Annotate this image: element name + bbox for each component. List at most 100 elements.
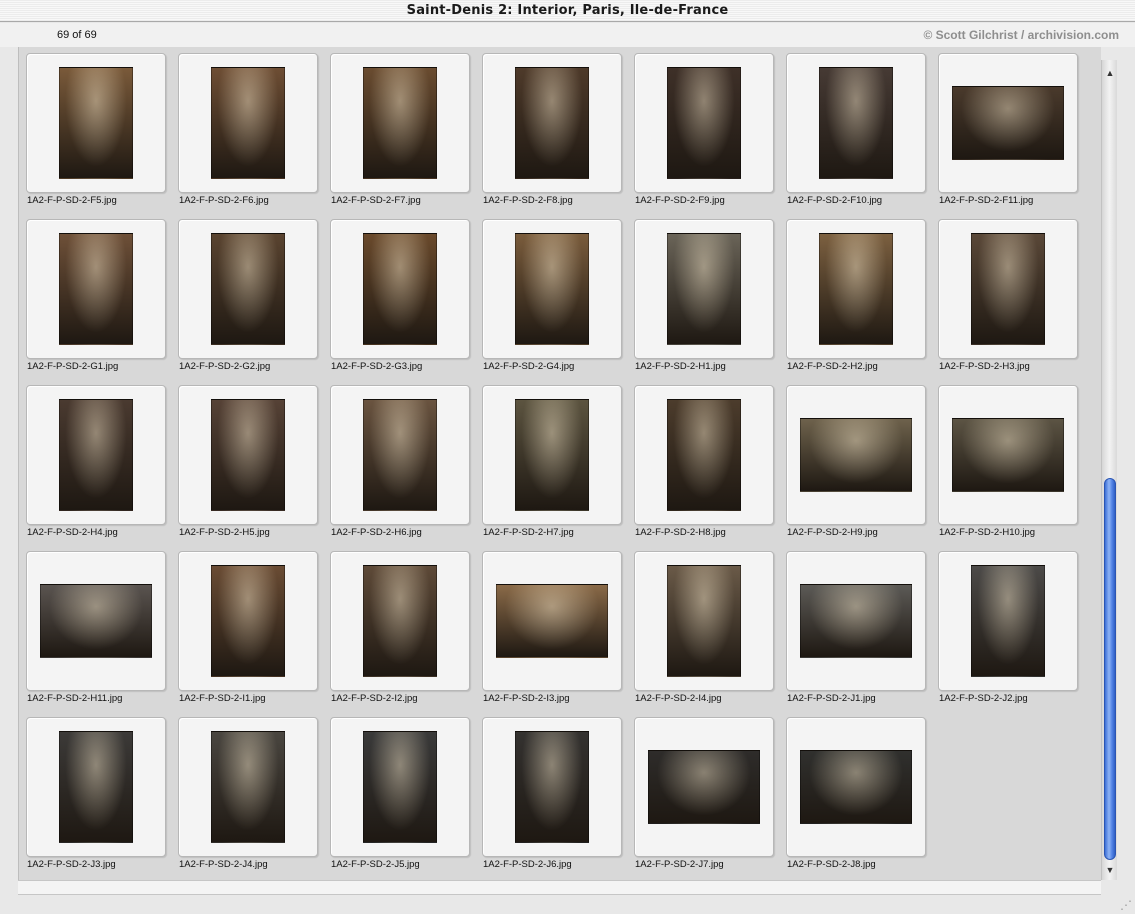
thumbnail-item[interactable]: 1A2-F-P-SD-2-J4.jpg [171,711,318,871]
thumbnail-item[interactable]: 1A2-F-P-SD-2-H6.jpg [323,379,470,539]
thumbnail-image[interactable] [667,399,741,511]
thumbnail-item[interactable]: 1A2-F-P-SD-2-J7.jpg [627,711,774,871]
thumbnail-item[interactable]: 1A2-F-P-SD-2-G1.jpg [19,213,166,373]
thumbnail-image[interactable] [40,584,152,658]
thumbnail-image[interactable] [515,399,589,511]
thumbnail-frame[interactable] [482,219,622,359]
thumbnail-item[interactable]: 1A2-F-P-SD-2-F6.jpg [171,47,318,207]
thumbnail-item[interactable]: 1A2-F-P-SD-2-J5.jpg [323,711,470,871]
thumbnail-frame[interactable] [330,219,470,359]
thumbnail-image[interactable] [800,750,912,824]
scroll-down-arrow-icon[interactable]: ▼ [1102,862,1118,878]
thumbnail-item[interactable]: 1A2-F-P-SD-2-G2.jpg [171,213,318,373]
thumbnail-image[interactable] [819,233,893,345]
thumbnail-item[interactable]: 1A2-F-P-SD-2-J8.jpg [779,711,926,871]
thumbnail-image[interactable] [363,399,437,511]
thumbnail-image[interactable] [800,418,912,492]
thumbnail-frame[interactable] [178,385,318,525]
thumbnail-item[interactable]: 1A2-F-P-SD-2-H9.jpg [779,379,926,539]
thumbnail-item[interactable]: 1A2-F-P-SD-2-F5.jpg [19,47,166,207]
thumbnail-image[interactable] [59,67,133,179]
thumbnail-image[interactable] [211,399,285,511]
thumbnail-item[interactable]: 1A2-F-P-SD-2-J1.jpg [779,545,926,705]
thumbnail-frame[interactable] [938,53,1078,193]
thumbnail-image[interactable] [952,86,1064,160]
thumbnail-image[interactable] [971,565,1045,677]
thumbnail-frame[interactable] [634,385,774,525]
thumbnail-item[interactable]: 1A2-F-P-SD-2-H2.jpg [779,213,926,373]
thumbnail-item[interactable]: 1A2-F-P-SD-2-F10.jpg [779,47,926,207]
thumbnail-frame[interactable] [330,717,470,857]
thumbnail-image[interactable] [211,565,285,677]
thumbnail-frame[interactable] [938,385,1078,525]
thumbnail-item[interactable]: 1A2-F-P-SD-2-F11.jpg [931,47,1078,207]
thumbnail-frame[interactable] [482,385,622,525]
thumbnail-frame[interactable] [330,385,470,525]
thumbnail-item[interactable]: 1A2-F-P-SD-2-J2.jpg [931,545,1078,705]
thumbnail-image[interactable] [515,233,589,345]
thumbnail-image[interactable] [363,233,437,345]
resize-grip-icon[interactable]: ⋰ [1119,898,1133,912]
thumbnail-frame[interactable] [482,717,622,857]
thumbnail-image[interactable] [59,233,133,345]
thumbnail-image[interactable] [496,584,608,658]
thumbnail-frame[interactable] [938,551,1078,691]
thumbnail-frame[interactable] [786,53,926,193]
thumbnail-frame[interactable] [26,717,166,857]
thumbnail-image[interactable] [667,565,741,677]
thumbnail-frame[interactable] [26,53,166,193]
thumbnail-image[interactable] [515,731,589,843]
thumbnail-frame[interactable] [178,551,318,691]
thumbnail-frame[interactable] [330,551,470,691]
thumbnail-item[interactable]: 1A2-F-P-SD-2-I4.jpg [627,545,774,705]
thumbnail-frame[interactable] [482,53,622,193]
thumbnail-item[interactable]: 1A2-F-P-SD-2-H5.jpg [171,379,318,539]
thumbnail-item[interactable]: 1A2-F-P-SD-2-H8.jpg [627,379,774,539]
thumbnail-item[interactable]: 1A2-F-P-SD-2-H1.jpg [627,213,774,373]
vertical-scrollbar[interactable]: ▲ ▼ [1101,60,1117,880]
thumbnail-frame[interactable] [786,717,926,857]
thumbnail-item[interactable]: 1A2-F-P-SD-2-H7.jpg [475,379,622,539]
thumbnail-frame[interactable] [178,53,318,193]
thumbnail-item[interactable]: 1A2-F-P-SD-2-H3.jpg [931,213,1078,373]
thumbnail-image[interactable] [363,67,437,179]
thumbnail-image[interactable] [819,67,893,179]
thumbnail-image[interactable] [667,67,741,179]
thumbnail-image[interactable] [515,67,589,179]
thumbnail-item[interactable]: 1A2-F-P-SD-2-F7.jpg [323,47,470,207]
thumbnail-item[interactable]: 1A2-F-P-SD-2-H4.jpg [19,379,166,539]
thumbnail-frame[interactable] [786,219,926,359]
thumbnail-item[interactable]: 1A2-F-P-SD-2-F8.jpg [475,47,622,207]
thumbnail-image[interactable] [211,233,285,345]
thumbnail-frame[interactable] [634,717,774,857]
thumbnail-frame[interactable] [786,385,926,525]
thumbnail-image[interactable] [800,584,912,658]
thumbnail-item[interactable]: 1A2-F-P-SD-2-H10.jpg [931,379,1078,539]
thumbnail-item[interactable]: 1A2-F-P-SD-2-I1.jpg [171,545,318,705]
thumbnail-frame[interactable] [786,551,926,691]
thumbnail-image[interactable] [211,67,285,179]
scrollbar-thumb[interactable] [1104,478,1116,860]
thumbnail-image[interactable] [971,233,1045,345]
thumbnail-image[interactable] [363,731,437,843]
thumbnail-frame[interactable] [938,219,1078,359]
thumbnail-frame[interactable] [26,551,166,691]
thumbnail-item[interactable]: 1A2-F-P-SD-2-G4.jpg [475,213,622,373]
window-title-bar[interactable]: Saint-Denis 2: Interior, Paris, Ile-de-F… [0,0,1135,22]
thumbnail-frame[interactable] [482,551,622,691]
thumbnail-image[interactable] [59,731,133,843]
thumbnail-frame[interactable] [26,219,166,359]
thumbnail-item[interactable]: 1A2-F-P-SD-2-J3.jpg [19,711,166,871]
thumbnail-frame[interactable] [178,219,318,359]
thumbnail-frame[interactable] [26,385,166,525]
thumbnail-item[interactable]: 1A2-F-P-SD-2-J6.jpg [475,711,622,871]
thumbnail-item[interactable]: 1A2-F-P-SD-2-G3.jpg [323,213,470,373]
thumbnail-item[interactable]: 1A2-F-P-SD-2-H11.jpg [19,545,166,705]
thumbnail-image[interactable] [59,399,133,511]
horizontal-scrollbar[interactable] [18,880,1101,895]
thumbnail-image[interactable] [667,233,741,345]
thumbnail-item[interactable]: 1A2-F-P-SD-2-I3.jpg [475,545,622,705]
thumbnail-frame[interactable] [634,53,774,193]
thumbnail-image[interactable] [648,750,760,824]
scroll-up-arrow-icon[interactable]: ▲ [1102,65,1118,81]
